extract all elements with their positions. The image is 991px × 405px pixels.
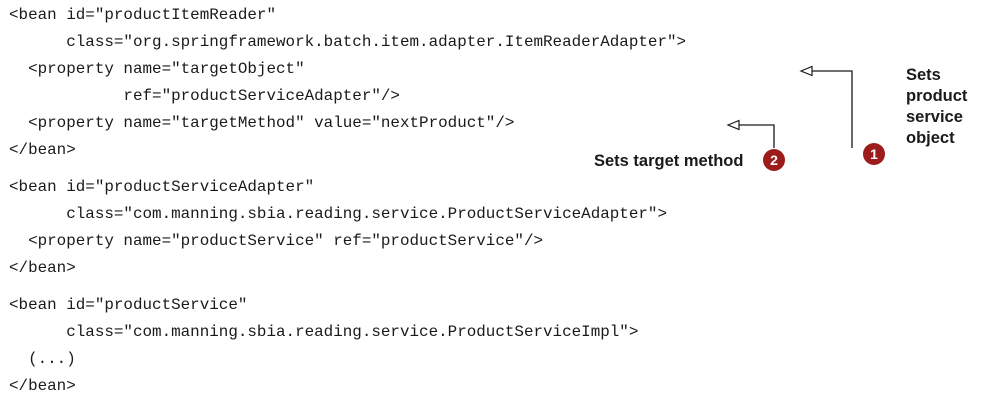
callout-connectors bbox=[726, 65, 853, 148]
callout-1-text: Sets product service object bbox=[906, 65, 967, 149]
callout-1-text-line: object bbox=[906, 129, 955, 147]
callout-1-arrowhead bbox=[799, 65, 813, 77]
callout-2-arrowhead bbox=[726, 119, 740, 131]
callout-1-badge: 1 bbox=[863, 143, 885, 165]
callout-2-text: Sets target method bbox=[594, 152, 744, 170]
callout-1-connector bbox=[812, 70, 853, 148]
callout-1-text-line: Sets bbox=[906, 66, 941, 84]
callout-2-badge: 2 bbox=[763, 149, 785, 171]
callout-1-text-line: service bbox=[906, 108, 963, 126]
callout-2-connector bbox=[739, 124, 775, 148]
callout-1-text-line: product bbox=[906, 87, 968, 105]
